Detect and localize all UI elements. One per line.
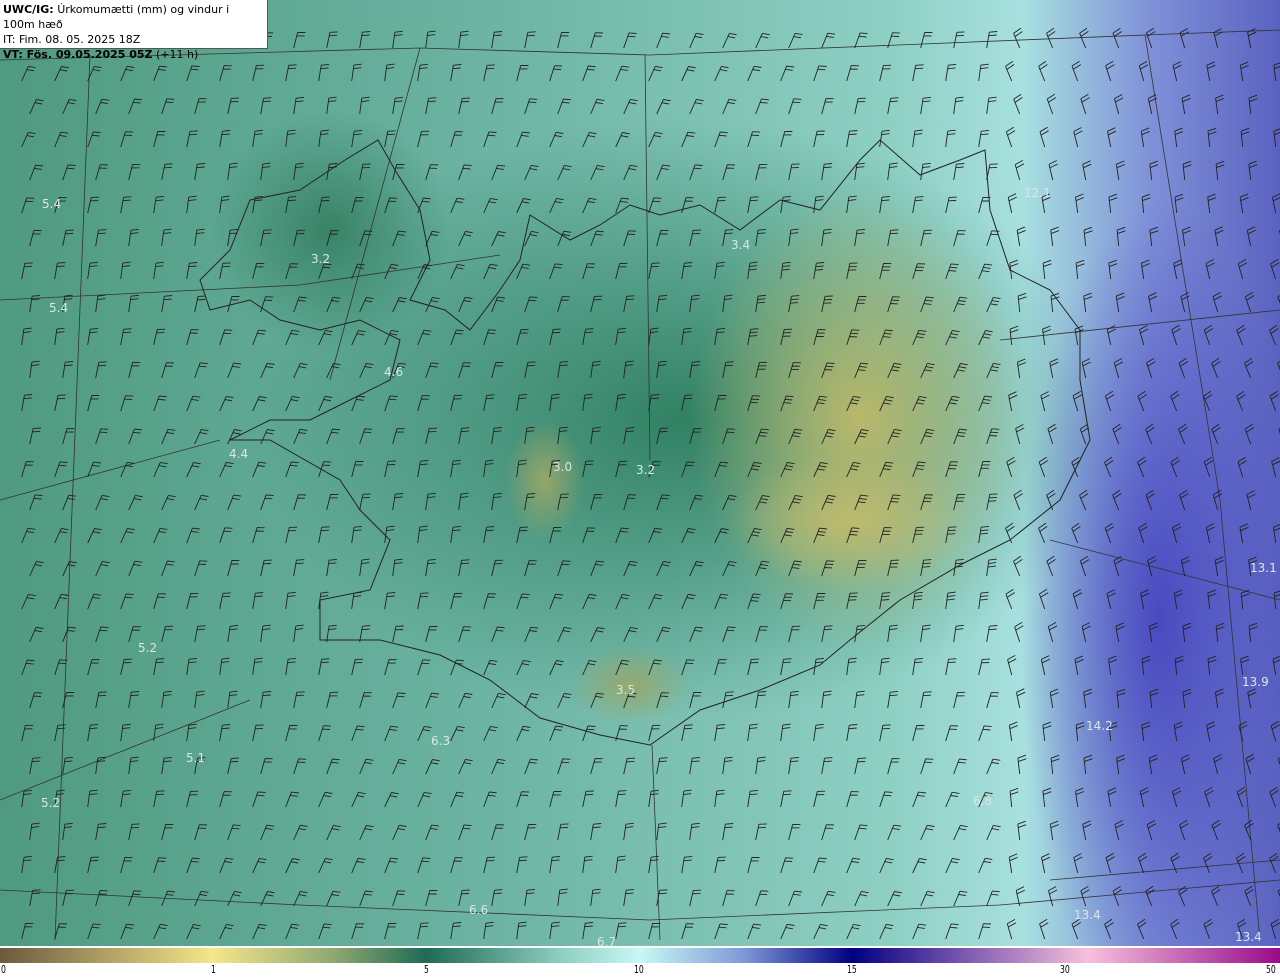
value-label: 3.2 xyxy=(311,252,331,266)
value-label: 5.2 xyxy=(41,796,61,810)
value-label: 6.8 xyxy=(973,794,993,808)
value-label: 3.5 xyxy=(616,683,636,697)
valid-time: VT: Fös. 09.05.2025 05Z xyxy=(3,48,153,61)
color-scale-bar xyxy=(0,948,1280,963)
value-label: 6.7 xyxy=(597,935,617,946)
value-label: 5.2 xyxy=(138,641,158,655)
value-label: 14.2 xyxy=(1086,719,1113,733)
value-label: 12.1 xyxy=(1024,186,1051,200)
colorbar-tick: 1 xyxy=(211,963,216,976)
lat-lon-grid xyxy=(0,29,1280,941)
wind-barbs xyxy=(21,27,1280,940)
value-label: 6.6 xyxy=(469,903,489,917)
colorbar-tick: 0 xyxy=(1,963,6,976)
value-label: 5.4 xyxy=(42,197,62,211)
value-label: 6.3 xyxy=(431,734,451,748)
colorbar-tick: 15 xyxy=(847,963,857,976)
value-label: 3.2 xyxy=(636,463,656,477)
colorbar-tick: 30 xyxy=(1060,963,1070,976)
colorbar-tick: 10 xyxy=(634,963,644,976)
map-info-box: UWC/IG: Úrkomumætti (mm) og vindur i 100… xyxy=(0,0,268,61)
colorbar-tick: 5 xyxy=(424,963,429,976)
wind-barb-set xyxy=(21,27,1280,940)
precipitation-wind-map: 5.4 5.4 3.2 4.6 4.4 3.0 3.2 3.4 12.1 13.… xyxy=(0,0,1280,946)
value-label: 4.6 xyxy=(384,365,404,379)
value-label: 13.4 xyxy=(1235,930,1262,944)
value-label: 13.4 xyxy=(1074,908,1101,922)
colorbar-tick: 50 xyxy=(1266,963,1276,976)
value-label: 3.4 xyxy=(731,238,751,252)
value-label: 3.0 xyxy=(553,460,573,474)
init-time: IT: Fim. 08. 05. 2025 18Z xyxy=(3,33,141,46)
value-label: 4.4 xyxy=(229,447,249,461)
value-label: 5.1 xyxy=(186,751,206,765)
value-label: 13.1 xyxy=(1250,561,1277,575)
value-label: 13.9 xyxy=(1242,675,1269,689)
value-label: 5.4 xyxy=(49,301,69,315)
model-name: UWC/IG: xyxy=(3,3,54,16)
lead-time: (+11 h) xyxy=(156,48,199,61)
